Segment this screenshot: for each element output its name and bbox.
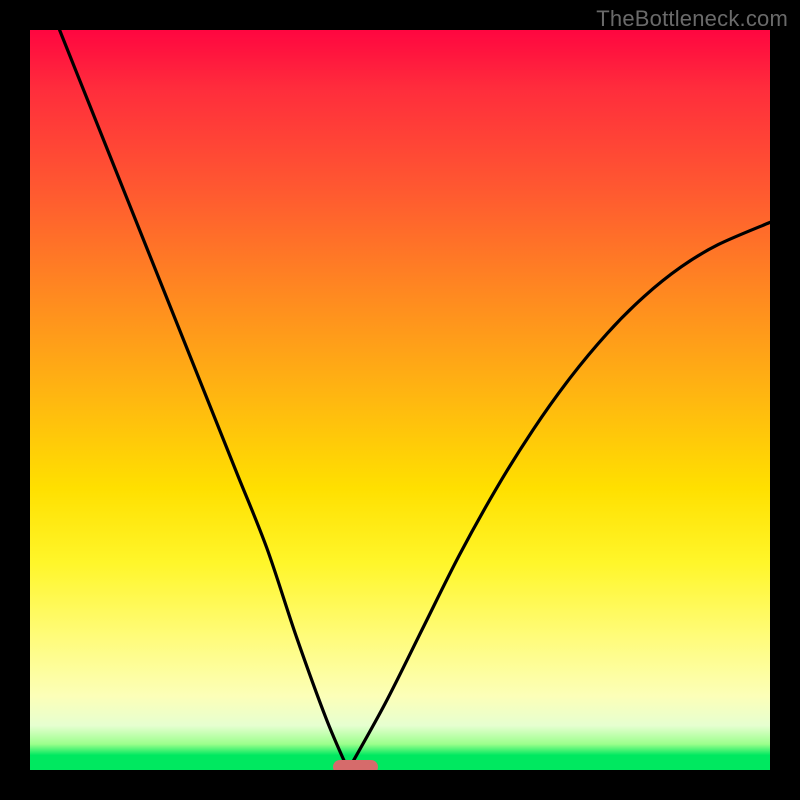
left-branch-curve bbox=[60, 30, 349, 770]
right-branch-curve bbox=[348, 222, 770, 770]
curve-layer bbox=[30, 30, 770, 770]
chart-frame: TheBottleneck.com bbox=[0, 0, 800, 800]
plot-area bbox=[30, 30, 770, 770]
watermark-text: TheBottleneck.com bbox=[596, 6, 788, 32]
optimum-marker bbox=[333, 760, 377, 770]
